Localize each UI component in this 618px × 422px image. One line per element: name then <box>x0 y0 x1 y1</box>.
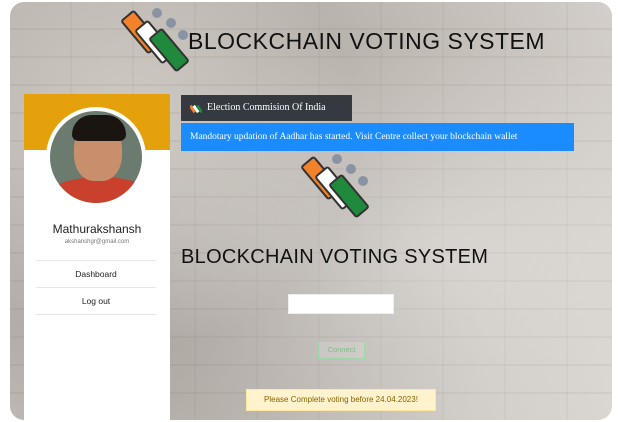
sidebar-item-dashboard[interactable]: Dashboard <box>36 261 156 288</box>
election-commission-logo-icon <box>119 6 191 73</box>
connect-button[interactable]: Connect <box>318 341 365 359</box>
wallet-address-input[interactable] <box>288 294 394 314</box>
page-title: BLOCKCHAIN VOTING SYSTEM <box>188 28 546 54</box>
avatar <box>46 107 146 207</box>
election-commission-small-icon <box>190 104 202 114</box>
user-name: Mathurakshansh <box>52 222 142 236</box>
election-commission-logo-icon <box>299 152 371 219</box>
sidebar-item-logout[interactable]: Log out <box>36 288 156 315</box>
user-email: akshanshgr@gmail.com <box>64 239 130 245</box>
sidebar-menu: Dashboard Log out <box>36 260 156 315</box>
voting-deadline-notice: Please Complete voting before 24.04.2023… <box>246 389 436 411</box>
tab-label: Election Commision Of India <box>207 102 326 113</box>
profile-sidebar: Mathurakshansh akshanshgr@gmail.com Dash… <box>24 94 170 422</box>
main-title: BLOCKCHAIN VOTING SYSTEM <box>181 246 489 268</box>
tab-election-commission[interactable]: Election Commision Of India <box>181 95 352 121</box>
info-alert: Mandotary updation of Aadhar has started… <box>181 123 574 151</box>
